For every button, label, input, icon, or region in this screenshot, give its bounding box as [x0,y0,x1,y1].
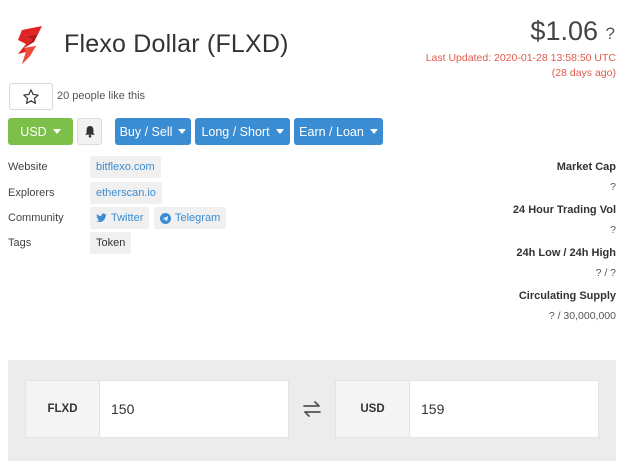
buy-sell-button[interactable]: Buy / Sell [115,118,191,145]
telegram-label: Telegram [175,212,221,224]
long-short-label: Long / Short [201,124,270,139]
page-title: Flexo Dollar (FLXD) [64,30,289,58]
last-updated: Last Updated: 2020-01-28 13:58:50 UTC (2… [426,51,616,81]
earn-loan-label: Earn / Loan [299,124,364,139]
low-high-label: 24h Low / 24h High [516,247,616,259]
earn-loan-button[interactable]: Earn / Loan [294,118,383,145]
from-amount-group: FLXD 150 [25,380,289,438]
last-updated-ago: (28 days ago) [551,67,616,79]
telegram-icon [160,212,171,224]
trading-vol-label: 24 Hour Trading Vol [512,204,616,216]
circulating-supply-label: Circulating Supply [518,290,616,302]
circulating-supply-value: ? / 30,000,000 [548,310,616,322]
market-cap-value: ? [610,181,616,193]
telegram-link[interactable]: Telegram [154,207,227,229]
from-currency-code: FLXD [26,381,100,437]
from-amount-input[interactable]: 150 [100,381,288,437]
chevron-down-icon [178,129,187,134]
star-icon [23,88,39,104]
low-high-value: ? / ? [595,267,616,279]
favorite-button[interactable] [9,83,53,110]
market-cap-label: Market Cap [556,161,616,173]
community-label: Community [8,212,64,224]
website-label: Website [8,161,48,173]
alert-button[interactable] [77,118,102,145]
swap-icon[interactable] [302,401,322,417]
flexo-logo-icon [18,26,42,64]
long-short-button[interactable]: Long / Short [195,118,290,145]
chevron-down-icon [52,129,61,134]
twitter-label: Twitter [111,212,144,224]
twitter-link[interactable]: Twitter [90,207,150,229]
chevron-down-icon [275,129,284,134]
currency-dropdown[interactable]: USD [8,118,73,145]
tags-label: Tags [8,237,32,249]
currency-label: USD [20,124,47,139]
to-amount-group: USD 159 [335,380,599,438]
explorers-label: Explorers [8,187,55,199]
currency-converter: FLXD 150 USD 159 [8,360,616,461]
explorer-link[interactable]: etherscan.io [90,182,162,204]
price-help-icon[interactable]: ? [606,24,615,44]
website-link[interactable]: bitflexo.com [90,156,161,178]
tag-badge[interactable]: Token [90,232,132,254]
coin-price: $1.06 [530,16,598,46]
like-count: 20 people like this [57,90,146,102]
chevron-down-icon [369,129,378,134]
buy-sell-label: Buy / Sell [119,124,173,139]
last-updated-time: Last Updated: 2020-01-28 13:58:50 UTC [425,52,616,64]
to-currency-code: USD [336,381,410,437]
twitter-icon [96,213,107,222]
bell-icon [84,126,95,138]
trading-vol-value: ? [610,224,616,236]
to-amount-input[interactable]: 159 [410,381,598,437]
